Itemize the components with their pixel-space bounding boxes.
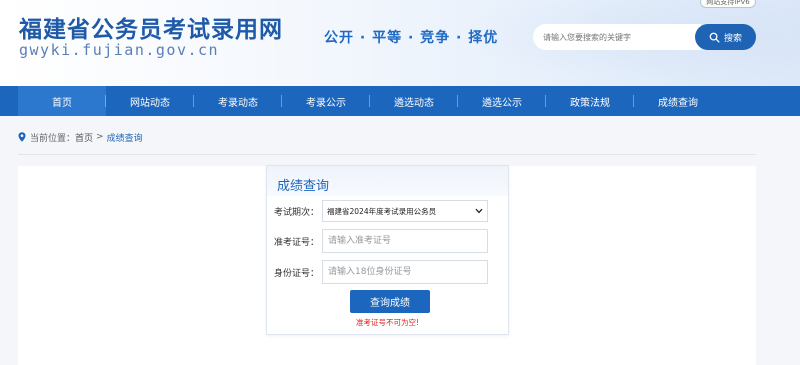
site-slogan: 公开 · 平等 · 竞争 · 择优 <box>324 30 499 46</box>
nav-item-2[interactable]: 考录动态 <box>194 86 282 116</box>
search-input[interactable] <box>533 24 701 50</box>
nav-item-6[interactable]: 政策法规 <box>546 86 634 116</box>
nav-item-1[interactable]: 网站动态 <box>106 86 194 116</box>
ipv6-badge: 网站支持IPV6 <box>700 0 756 8</box>
id-no-label: 身份证号： <box>273 268 319 279</box>
error-message: 准考证号不可为空! <box>355 318 419 327</box>
site-title[interactable]: 福建省公务员考试录用网 <box>19 10 283 44</box>
nav-item-0[interactable]: 首页 <box>18 86 106 116</box>
query-score-button[interactable]: 查询成绩 <box>350 290 430 313</box>
breadcrumb-current[interactable]: 成绩查询 <box>107 131 143 144</box>
id-no-input[interactable] <box>322 260 488 284</box>
score-query-panel: 成绩查询 考试期次： 福建省2024年度考试录用公务员 准考证号： 身份证号： … <box>266 165 509 335</box>
search-button-label: 搜索 <box>723 32 742 43</box>
exam-period-row: 考试期次： 福建省2024年度考试录用公务员 <box>267 200 488 222</box>
ticket-no-input[interactable] <box>322 229 488 253</box>
breadcrumb-divider <box>18 154 756 155</box>
site-header: 福建省公务员考试录用网 gwyki.fujian.gov.cn 公开 · 平等 … <box>0 0 800 86</box>
panel-title: 成绩查询 <box>267 166 508 196</box>
breadcrumb-separator: > <box>96 132 104 142</box>
search-icon <box>709 32 720 43</box>
exam-period-label: 考试期次： <box>273 207 319 218</box>
ticket-no-label: 准考证号： <box>273 237 319 248</box>
search-button[interactable]: 搜索 <box>695 24 756 50</box>
ticket-no-row: 准考证号： <box>267 229 488 253</box>
breadcrumb: 当前位置： 首页 > 成绩查询 <box>18 130 143 144</box>
nav-item-4[interactable]: 遴选动态 <box>370 86 458 116</box>
exam-period-select[interactable]: 福建省2024年度考试录用公务员 <box>322 200 488 222</box>
main-nav: 首页 网站动态 考录动态 考录公示 遴选动态 遴选公示 政策法规 成绩查询 <box>0 86 800 116</box>
chevron-down-icon <box>475 208 483 214</box>
exam-period-value: 福建省2024年度考试录用公务员 <box>327 206 437 216</box>
nav-item-3[interactable]: 考录公示 <box>282 86 370 116</box>
breadcrumb-home-link[interactable]: 首页 <box>75 131 93 144</box>
id-no-row: 身份证号： <box>267 260 488 284</box>
nav-item-7[interactable]: 成绩查询 <box>634 86 722 116</box>
location-pin-icon <box>18 132 30 142</box>
breadcrumb-prefix: 当前位置： <box>30 133 76 144</box>
site-domain: gwyki.fujian.gov.cn <box>19 41 220 59</box>
nav-item-5[interactable]: 遴选公示 <box>458 86 546 116</box>
